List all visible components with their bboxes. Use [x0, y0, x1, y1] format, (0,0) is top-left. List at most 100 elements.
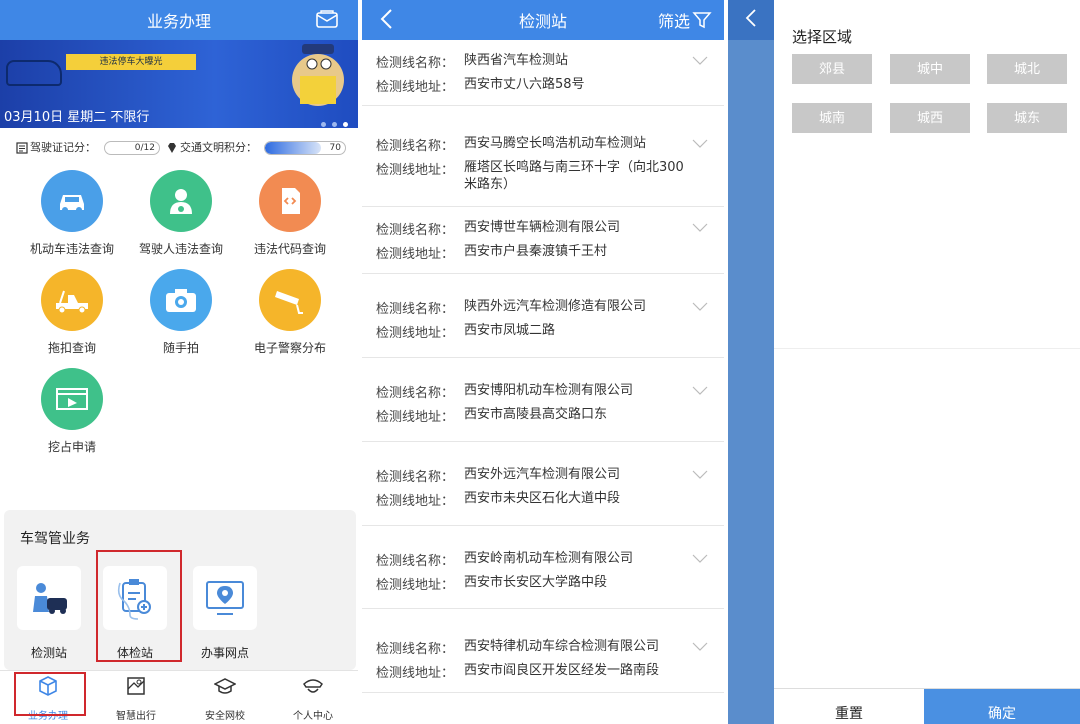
chevron-down-icon[interactable]	[692, 56, 708, 66]
station-address-row: 检测线地址： 西安市户县秦渡镇千王村	[376, 243, 684, 262]
station-address-row: 检测线地址： 雁塔区长鸣路与南三环十字（向北300米路东）	[376, 159, 684, 193]
diamond-icon	[168, 143, 176, 153]
tow-truck-icon	[56, 290, 88, 314]
station-name-label: 检测线名称：	[376, 470, 455, 485]
chevron-down-icon[interactable]	[692, 386, 708, 396]
civility-score-pill: 70	[264, 141, 346, 155]
biz-label: 办事网点	[200, 646, 249, 660]
banner-date: 03月10日 星期二 不限行	[4, 110, 150, 125]
confirm-button[interactable]: 确定	[924, 689, 1080, 724]
service-violation-code[interactable]: 违法代码查询	[235, 170, 345, 257]
location-pin-icon	[206, 581, 244, 615]
station-name: 陕西省汽车检测站	[464, 53, 569, 68]
region-option-city-south[interactable]: 城南	[792, 103, 872, 133]
region-option-city-center[interactable]: 城中	[890, 54, 970, 84]
civility-score-label: 交通文明积分：	[180, 141, 257, 154]
filter-label: 筛选	[657, 12, 690, 31]
dimmed-overlay[interactable]	[728, 0, 774, 724]
tab-safety-school[interactable]: 安全网校	[190, 675, 260, 722]
station-name-label: 检测线名称：	[376, 642, 455, 657]
station-item[interactable]: 检测线名称： 陕西外远汽车检测修造有限公司 检测线地址： 西安市凤城二路	[362, 274, 724, 358]
funnel-icon	[692, 12, 712, 29]
region-option-suburb[interactable]: 郊县	[792, 54, 872, 84]
police-mascot-icon	[292, 44, 344, 106]
tab-personal-center[interactable]: 个人中心	[278, 675, 348, 722]
promo-banner[interactable]: 违法停车大曝光 03月10日 星期二 不限行	[0, 40, 358, 128]
station-item[interactable]: 检测线名称： 西安特律机动车综合检测有限公司检测线地址： 西安市阎良区开发区经发一路…	[362, 609, 724, 693]
civility-score-value: 70	[329, 143, 341, 153]
station-name: 西安岭南机动车检测有限公司	[464, 551, 634, 566]
biz-inspection-station[interactable]: 检测站	[10, 566, 88, 661]
service-driver-violation[interactable]: 驾驶人违法查询	[126, 170, 236, 257]
station-address-row: 检测线地址： 西安市未央区石化大道中段	[376, 490, 684, 509]
code-icon	[282, 188, 300, 214]
station-name: 陕西外远汽车检测修造有限公司	[464, 299, 647, 314]
station-item[interactable]: 检测线名称： 西安岭南机动车检测有限公司检测线地址： 西安市长安区大学路中段	[362, 526, 724, 609]
station-address: 西安市户县秦渡镇千王村	[464, 244, 608, 259]
station-address-row: 检测线地址： 西安市阎良区开发区经发一路南段	[376, 662, 684, 681]
car-illustration-icon	[6, 60, 62, 86]
station-item[interactable]: 检测线名称： 西安马腾空长鸣浩机动车检测站 检测线地址： 雁塔区长鸣路与南三环十字（向…	[362, 106, 724, 207]
service-vehicle-violation[interactable]: 机动车违法查询	[17, 170, 127, 257]
filter-footer: 重置 确定	[774, 688, 1080, 724]
station-item[interactable]: 检测线名称： 西安博阳机动车检测有限公司 检测线地址： 西安市高陵县高交路口东	[362, 358, 724, 442]
business-panel: 业务办理 违法停车大曝光 03月10日 星期二 不限行 驾驶证记分： 0/12 …	[0, 0, 358, 724]
station-item[interactable]: 检测线名称： 陕西省汽车检测站 检测线地址： 西安市丈八六路58号	[362, 40, 724, 106]
chevron-down-icon[interactable]	[692, 554, 708, 564]
station-address-row: 检测线地址： 西安市凤城二路	[376, 322, 684, 341]
chevron-down-icon[interactable]	[692, 139, 708, 149]
driver-icon	[170, 189, 192, 214]
station-address-label: 检测线地址：	[376, 163, 455, 178]
station-name: 西安特律机动车综合检测有限公司	[464, 639, 660, 654]
station-name-row: 检测线名称： 西安博世车辆检测有限公司	[376, 219, 684, 238]
service-label: 随手拍	[162, 341, 199, 355]
station-address: 西安市长安区大学路中段	[464, 575, 608, 590]
camera-icon	[166, 289, 196, 312]
station-item[interactable]: 检测线名称： 西安外远汽车检测有限公司检测线地址： 西安市未央区石化大道中段	[362, 442, 724, 526]
station-name-row: 检测线名称： 西安马腾空长鸣浩机动车检测站	[376, 135, 684, 154]
tab-label: 智慧出行	[116, 711, 156, 722]
banner-pagination[interactable]	[315, 112, 348, 128]
license-score-pill: 0/12	[104, 141, 160, 155]
license-score-label: 驾驶证记分：	[30, 141, 96, 154]
back-arrow-icon	[745, 9, 756, 27]
service-excavation-application[interactable]: 挖占申请	[17, 368, 127, 455]
biz-service-outlet[interactable]: 办事网点	[186, 566, 264, 661]
service-snapshot[interactable]: 随手拍	[126, 269, 236, 356]
station-address-label: 检测线地址：	[376, 666, 455, 681]
tab-label: 个人中心	[293, 711, 333, 722]
region-option-city-west[interactable]: 城西	[890, 103, 970, 133]
biz-label: 检测站	[30, 646, 67, 660]
stations-header: 检测站 筛选	[362, 0, 724, 40]
station-name-label: 检测线名称：	[376, 56, 455, 71]
station-name-row: 检测线名称： 西安岭南机动车检测有限公司	[376, 550, 684, 569]
station-address: 西安市丈八六路58号	[464, 77, 585, 92]
chevron-down-icon[interactable]	[692, 223, 708, 233]
filter-button[interactable]: 筛选	[658, 8, 712, 32]
station-item[interactable]: 检测线名称： 西安博世车辆检测有限公司 检测线地址： 西安市户县秦渡镇千王村	[362, 207, 724, 274]
chevron-down-icon[interactable]	[692, 470, 708, 480]
region-option-city-north[interactable]: 城北	[987, 54, 1067, 84]
service-label: 机动车违法查询	[29, 242, 114, 256]
station-address-label: 检测线地址：	[376, 494, 455, 509]
business-header: 业务办理	[0, 0, 358, 40]
inspection-station-icon	[33, 583, 67, 614]
car-icon	[60, 195, 84, 213]
service-tow-query[interactable]: 拖扣查询	[17, 269, 127, 356]
service-label: 拖扣查询	[47, 341, 96, 355]
region-option-city-east[interactable]: 城东	[987, 103, 1067, 133]
chevron-down-icon[interactable]	[692, 642, 708, 652]
service-e-police[interactable]: 电子警察分布	[235, 269, 345, 356]
station-name: 西安马腾空长鸣浩机动车检测站	[464, 136, 647, 151]
station-name-label: 检测线名称：	[376, 139, 455, 154]
mail-icon[interactable]	[316, 10, 338, 28]
reset-button[interactable]: 重置	[774, 689, 924, 724]
station-address-label: 检测线地址：	[376, 578, 455, 593]
chevron-down-icon[interactable]	[692, 302, 708, 312]
region-title: 选择区域	[792, 28, 853, 46]
station-address-label: 检测线地址：	[376, 326, 455, 341]
station-address: 雁塔区长鸣路与南三环十字（向北300米路东）	[464, 160, 684, 192]
station-name: 西安外远汽车检测有限公司	[464, 467, 621, 482]
tab-smart-travel[interactable]: 智慧出行	[101, 675, 171, 722]
license-score-value: 0/12	[134, 143, 155, 153]
